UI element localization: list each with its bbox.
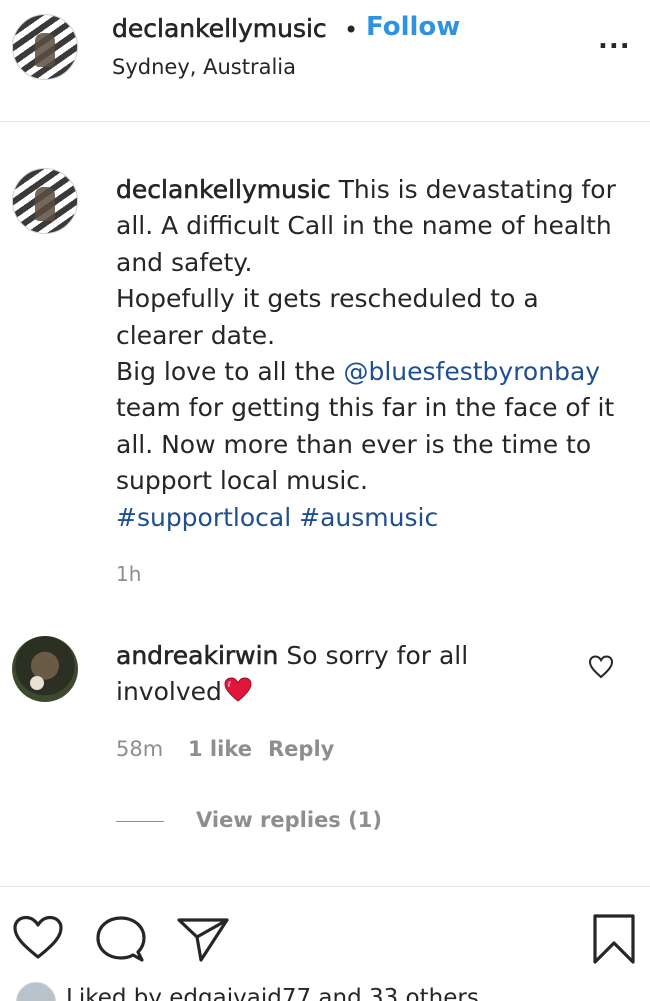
post-action-bar [0, 886, 650, 1001]
liked-by-text[interactable]: Liked by edgaivaid77 and 33 others [66, 985, 479, 1001]
view-replies-label: View replies (1) [196, 808, 382, 832]
comment-likes-count[interactable]: 1 like [188, 737, 252, 761]
more-options-icon[interactable]: ... [598, 27, 631, 53]
post-header: declankellymusic • Follow Sydney, Austra… [0, 0, 650, 122]
reply-button[interactable]: Reply [268, 737, 334, 761]
comment-username[interactable]: andreakirwin [116, 641, 279, 671]
caption-line-2: Hopefully it gets rescheduled to a clear… [116, 284, 539, 350]
follow-button[interactable]: Follow [366, 12, 460, 42]
caption-text: declankellymusic This is devastating for… [116, 172, 626, 536]
caption-username[interactable]: declankellymusic [116, 175, 331, 205]
caption-timestamp[interactable]: 1h [116, 562, 141, 586]
caption-line-3-before: Big love to all the [116, 357, 344, 387]
commenter-avatar[interactable] [12, 636, 78, 702]
separator-dot: • [344, 16, 359, 44]
location-link[interactable]: Sydney, Australia [112, 55, 296, 79]
comment-timestamp[interactable]: 58m [116, 737, 163, 761]
comment-icon[interactable] [94, 915, 148, 967]
comment-like-heart-icon[interactable] [587, 653, 615, 681]
profile-avatar[interactable] [12, 14, 78, 80]
comment-text: andreakirwin So sorry for all involved [116, 638, 556, 714]
view-replies-button[interactable]: View replies (1) [116, 808, 382, 832]
hashtag-link-1[interactable]: #supportlocal [116, 503, 291, 532]
replies-divider-line [116, 820, 164, 822]
bookmark-icon[interactable] [590, 913, 638, 969]
caption-avatar[interactable] [12, 168, 78, 234]
share-icon[interactable] [176, 915, 230, 967]
caption-line-3-after: team for getting this far in the face of… [116, 393, 615, 496]
mention-link[interactable]: @bluesfestbyronbay [343, 357, 600, 386]
red-heart-emoji-icon [224, 677, 252, 713]
hashtag-link-2[interactable]: #ausmusic [299, 503, 438, 532]
header-username[interactable]: declankellymusic [112, 14, 327, 44]
heart-icon[interactable] [12, 915, 64, 965]
